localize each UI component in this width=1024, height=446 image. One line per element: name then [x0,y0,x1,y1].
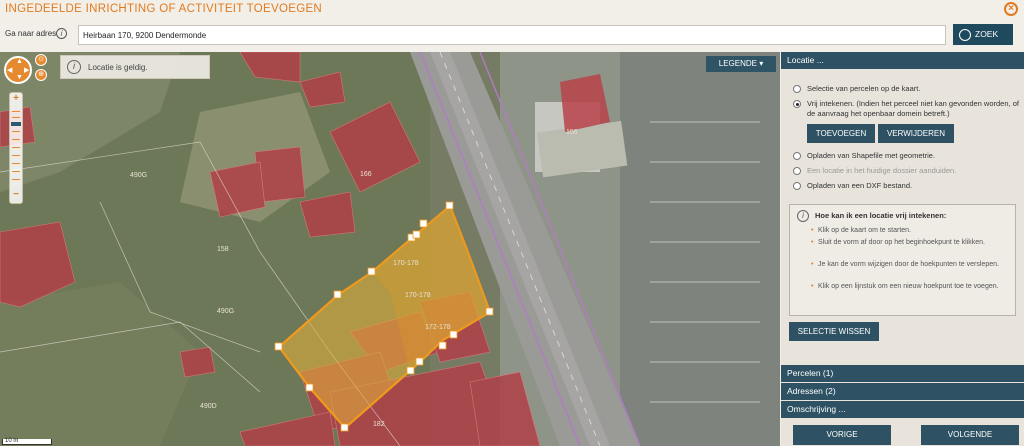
parcel-label: 158 [217,246,229,253]
help-box: i Hoe kan ik een locatie vrij intekenen:… [789,204,1016,316]
pan-up-icon[interactable]: ▲ [16,58,23,65]
radio-button-selected[interactable] [793,100,801,108]
parcel-label: 170-178 [393,260,419,267]
address-bar: Ga naar adres i ZOEK [0,20,1024,50]
parcel-label: 166 [360,171,372,178]
vorige-button[interactable]: VORIGE [793,425,891,445]
section-locatie-header[interactable]: Locatie ... [781,52,1024,69]
address-input[interactable] [78,25,946,45]
location-valid-tooltip: i Locatie is geldig. [60,55,210,79]
parcel-label: 490G [217,308,234,315]
side-panel: Locatie ... Selectie van percelen op de … [781,52,1024,446]
verwijderen-button[interactable]: VERWIJDEREN [878,124,954,143]
help-item: Klik op een lijnstuk om een nieuw hoekpu… [811,282,1013,292]
legend-label: LEGENDE [718,59,757,68]
zoom-in-button[interactable]: + [10,93,22,104]
section-adressen-header[interactable]: Adressen (2) [781,383,1024,400]
radio-button[interactable] [793,182,801,190]
scale-label: 10 m [5,438,19,444]
pan-right-icon[interactable]: ▶ [24,66,29,74]
map-view[interactable]: 156 166 158 170-178 170-178 172-178 490G… [0,52,780,446]
help-title: Hoe kan ik een locatie vrij intekenen: [815,211,947,220]
parcel-label: 170-178 [405,292,431,299]
section-percelen-header[interactable]: Percelen (1) [781,365,1024,382]
help-item: Je kan de vorm wijzigen door de hoekpunt… [811,260,1013,270]
locate-icon[interactable]: ⊕ [35,69,47,81]
selectie-wissen-button[interactable]: SELECTIE WISSEN [789,322,879,341]
address-label: Ga naar adres [5,29,57,38]
tooltip-text: Locatie is geldig. [88,63,148,72]
window-title: INGEDEELDE INRICHTING OF ACTIVITEIT TOEV… [5,3,323,15]
pan-left-icon[interactable]: ◀ [7,66,12,74]
parcel-label: 490D [200,403,217,410]
info-icon[interactable]: i [56,28,67,39]
zoom-slider-handle[interactable] [11,122,21,126]
info-icon: i [797,210,809,222]
scale-bar: 10 m [2,438,52,445]
parcel-label: 156 [566,129,578,136]
close-icon[interactable]: × [1004,2,1018,16]
title-bar: INGEDEELDE INRICHTING OF ACTIVITEIT TOEV… [0,0,1024,20]
search-button-label: ZOEK [975,29,999,39]
radio-button[interactable] [793,167,801,175]
info-icon: i [67,60,81,74]
pan-down-icon[interactable]: ▼ [16,74,23,81]
radio-button[interactable] [793,152,801,160]
volgende-button[interactable]: VOLGENDE [921,425,1019,445]
zoom-slider[interactable]: + − [9,92,23,204]
help-item: Klik op de kaart om te starten. [811,226,1013,236]
search-icon [959,28,971,41]
parcel-label: 490G [130,172,147,179]
radio-button[interactable] [793,85,801,93]
pan-control[interactable]: ▲ ▼ ◀ ▶ [4,56,32,84]
search-button[interactable]: ZOEK [953,24,1013,45]
parcel-label: 172-178 [425,324,451,331]
map-imagery[interactable]: 156 166 158 170-178 170-178 172-178 490G… [0,52,780,446]
help-item: Sluit de vorm af door op het beginhoekpu… [811,238,1013,248]
toevoegen-button[interactable]: TOEVOEGEN [807,124,875,143]
zoom-out-button[interactable]: − [10,189,22,200]
legend-button[interactable]: LEGENDE ▾ [706,56,776,72]
zoom-extent-icon[interactable]: ⊙ [35,54,47,66]
parcel-label: 182 [373,421,385,428]
section-omschrijving-header[interactable]: Omschrijving ... [781,401,1024,418]
